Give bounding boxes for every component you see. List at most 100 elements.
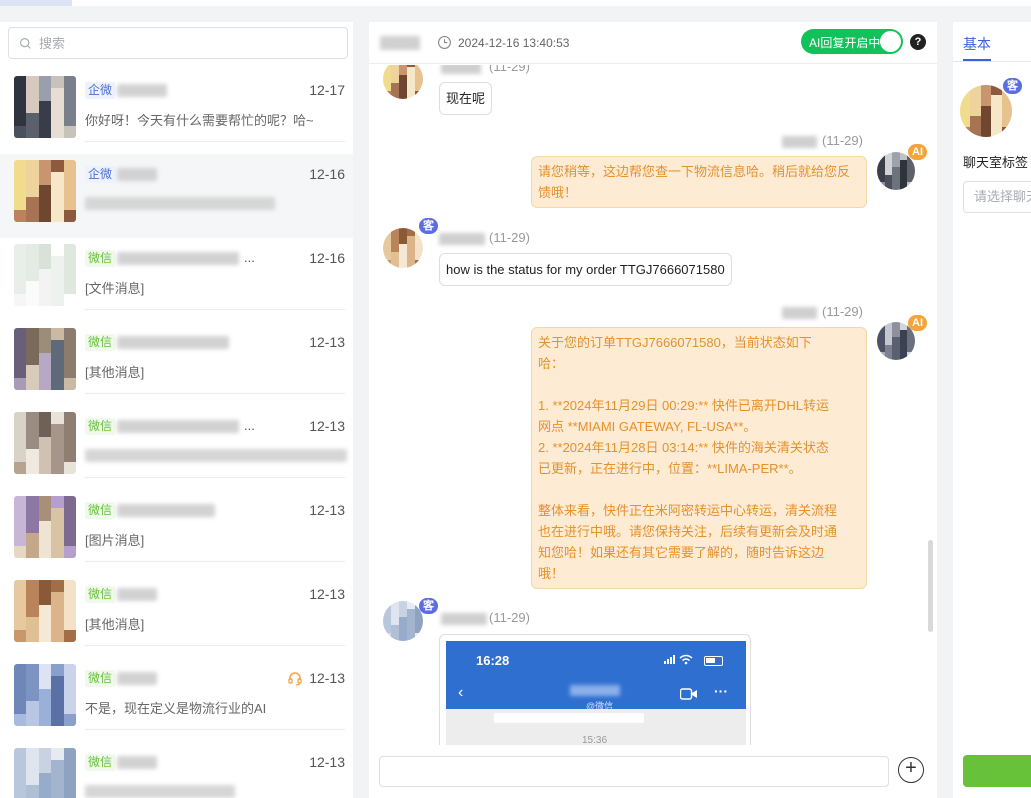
conversation-preview: [其他消息] [85, 617, 145, 632]
contact-name-redacted [117, 252, 239, 265]
conversation-preview-redacted [85, 785, 235, 798]
search-icon [20, 37, 31, 49]
message-time: (11-29) [822, 133, 863, 148]
channel-tag: 微信 [85, 670, 116, 687]
sender-name-redacted [439, 233, 485, 245]
ai-message-line: 也在进行中哦。请您保持关注，后续有更新会及时通 [538, 524, 838, 539]
conversation-date: 12-16 [309, 250, 345, 266]
chat-panel: 2024-12-16 13:40:53 AI回复开启中 ? (11-29) 现在… [369, 22, 937, 798]
sender-name-redacted [782, 307, 817, 319]
conversation-item[interactable]: 微信 12-13 [图片消息] [0, 490, 353, 574]
screenshot-body: 15:36 [446, 709, 746, 745]
conversation-item[interactable]: 微信 ... 12-16 [文件消息] [0, 238, 353, 322]
conversation-item[interactable]: 企微 12-17 你好呀！今天有什么需要帮忙的呢？哈~ [0, 70, 353, 154]
ai-message-line [538, 479, 860, 500]
search-input[interactable] [39, 35, 329, 51]
avatar [14, 580, 76, 642]
conversation-date: 12-17 [309, 82, 345, 98]
chat-contact-name-redacted [380, 36, 420, 50]
chatroom-tag-select[interactable]: 请选择聊天室标签 [963, 181, 1031, 213]
screenshot-title-redacted [570, 685, 620, 696]
ai-message-line: 整体来看，快件正在米阿密转运中心转运，清关流程 [538, 503, 838, 518]
conversation-item[interactable]: 微信 12-13 不是，现在定义是物流行业的AI [0, 658, 353, 742]
message-input[interactable] [379, 756, 889, 787]
conversation-date: 12-13 [309, 502, 345, 518]
save-button[interactable] [963, 755, 1031, 787]
chat-timestamp: 2024-12-16 13:40:53 [458, 36, 570, 50]
channel-tag: 微信 [85, 334, 116, 351]
ai-message-line: 哦！ [538, 566, 565, 581]
message-time: (11-29) [489, 610, 530, 625]
back-icon: ‹ [458, 684, 464, 701]
ai-message-line: 2. **2024年11月28日 03:14:** 快件的海关清关状态 [538, 440, 829, 455]
conversation-preview: [其他消息] [85, 365, 145, 380]
avatar-mosaic [14, 748, 76, 798]
avatar [14, 328, 76, 390]
avatar-mosaic [14, 664, 76, 726]
avatar [14, 412, 76, 474]
ai-message-line: 哈： [538, 356, 565, 371]
sender-name-redacted [441, 613, 487, 625]
message-list[interactable]: (11-29) 现在呢 (11-29) AI 请您稍等，这边帮您查一下物流信息哈… [369, 65, 937, 745]
conversation-preview: [文件消息] [85, 281, 145, 296]
channel-tag: 微信 [85, 754, 116, 771]
top-tab-selected[interactable] [0, 0, 72, 6]
divider [85, 141, 345, 142]
conversation-date: 12-13 [309, 586, 345, 602]
agent-avatar [877, 152, 915, 190]
name-ellipsis: ... [244, 250, 255, 265]
divider [85, 477, 345, 478]
ai-reply-toggle[interactable]: AI回复开启中 [801, 29, 903, 54]
avatar-mosaic [14, 328, 76, 390]
customer-profile-avatar [960, 85, 1012, 137]
avatar-mosaic [960, 85, 1012, 137]
toggle-knob [880, 31, 901, 52]
ai-message-line: 关于您的订单TTGJ7666071580，当前状态如下 [538, 335, 812, 350]
clock-icon [438, 36, 451, 49]
ai-reply-toggle-label: AI回复开启中 [809, 36, 881, 50]
contact-name-redacted [117, 336, 229, 349]
conversation-item[interactable]: 微信 12-13 [其他消息] [0, 322, 353, 406]
avatar-mosaic [383, 228, 423, 268]
screenshot-card [494, 713, 644, 723]
screenshot-body-time: 15:36 [582, 735, 608, 745]
top-tab-strip [0, 0, 1031, 6]
customer-avatar [383, 228, 423, 268]
conversation-item[interactable]: 微信 ... 12-13 [0, 406, 353, 490]
chatroom-tag-label: 聊天室标签 [963, 155, 1029, 170]
channel-tag: 微信 [85, 418, 116, 435]
message-time: (11-29) [822, 304, 863, 319]
add-attachment-button[interactable]: + [898, 757, 924, 783]
tab-basic[interactable]: 基本 [963, 34, 991, 54]
conversation-item[interactable]: 微信 12-13 [其他消息] [0, 574, 353, 658]
avatar-mosaic [14, 160, 76, 222]
channel-tag: 微信 [85, 502, 116, 519]
customer-avatar [383, 601, 423, 641]
conversation-item[interactable]: 微信 12-13 [0, 742, 353, 798]
avatar [14, 76, 76, 138]
ai-message-line: 网点 **MIAMI GATEWAY, FL-USA**。 [538, 419, 757, 434]
ai-badge: AI [908, 144, 927, 160]
ai-message: 关于您的订单TTGJ7666071580，当前状态如下 哈： 1. **2024… [531, 327, 867, 589]
screenshot-header: 16:28 ‹ @微信 ··· [446, 641, 746, 711]
search-box[interactable] [8, 27, 348, 59]
divider [85, 645, 345, 646]
image-message[interactable]: 16:28 ‹ @微信 ··· 15:36 [439, 634, 751, 745]
incoming-message: how is the status for my order TTGJ76660… [439, 253, 732, 286]
avatar [14, 496, 76, 558]
ai-message: 请您稍等，这边帮您查一下物流信息哈。稍后就给您反馈哦！ [531, 156, 867, 208]
conversation-list-panel: 企微 12-17 你好呀！今天有什么需要帮忙的呢？哈~ 企微 12-16 微信 … [0, 22, 353, 798]
avatar-mosaic [14, 76, 76, 138]
avatar [14, 664, 76, 726]
avatar-mosaic [14, 244, 76, 306]
help-icon[interactable]: ? [910, 34, 926, 50]
avatar-mosaic [14, 412, 76, 474]
contact-name-redacted [117, 420, 239, 433]
conversation-item[interactable]: 企微 12-16 [0, 154, 353, 238]
customer-badge: 客 [1003, 78, 1022, 94]
contact-name-redacted [117, 672, 157, 685]
customer-avatar [383, 65, 423, 99]
chat-scrollbar[interactable] [928, 540, 933, 632]
contact-name-redacted [117, 504, 215, 517]
info-panel: 基本 客 聊天室标签 请选择聊天室标签 [953, 22, 1031, 798]
